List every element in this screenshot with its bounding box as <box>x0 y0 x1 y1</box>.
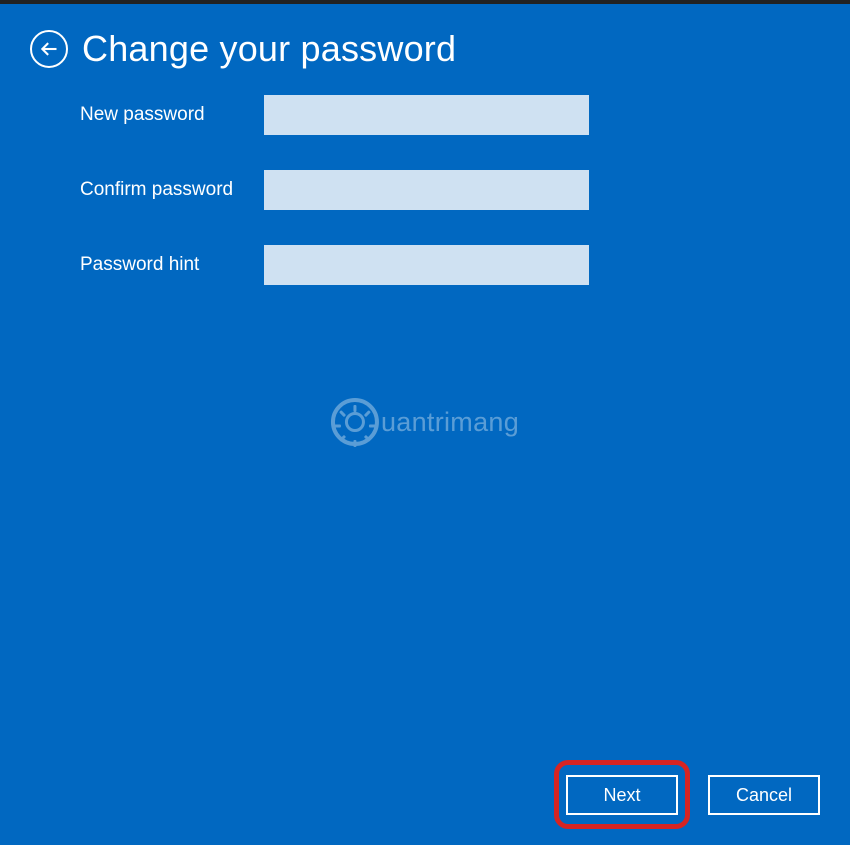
window-top-border <box>0 0 850 4</box>
label-confirm-password: Confirm password <box>80 179 264 201</box>
input-new-password[interactable] <box>264 95 589 135</box>
row-new-password: New password <box>80 95 589 135</box>
next-button[interactable]: Next <box>566 775 678 815</box>
watermark: uantrimang <box>331 398 519 446</box>
arrow-left-icon <box>39 39 59 59</box>
input-confirm-password[interactable] <box>264 170 589 210</box>
lightbulb-icon <box>331 398 379 446</box>
label-password-hint: Password hint <box>80 254 264 276</box>
header: Change your password <box>30 28 456 70</box>
password-form: New password Confirm password Password h… <box>80 95 589 320</box>
row-password-hint: Password hint <box>80 245 589 285</box>
back-button[interactable] <box>30 30 68 68</box>
button-bar: Next Cancel <box>566 775 820 815</box>
watermark-text: uantrimang <box>381 407 519 438</box>
input-password-hint[interactable] <box>264 245 589 285</box>
row-confirm-password: Confirm password <box>80 170 589 210</box>
page-title: Change your password <box>82 28 456 70</box>
label-new-password: New password <box>80 104 264 126</box>
cancel-button[interactable]: Cancel <box>708 775 820 815</box>
